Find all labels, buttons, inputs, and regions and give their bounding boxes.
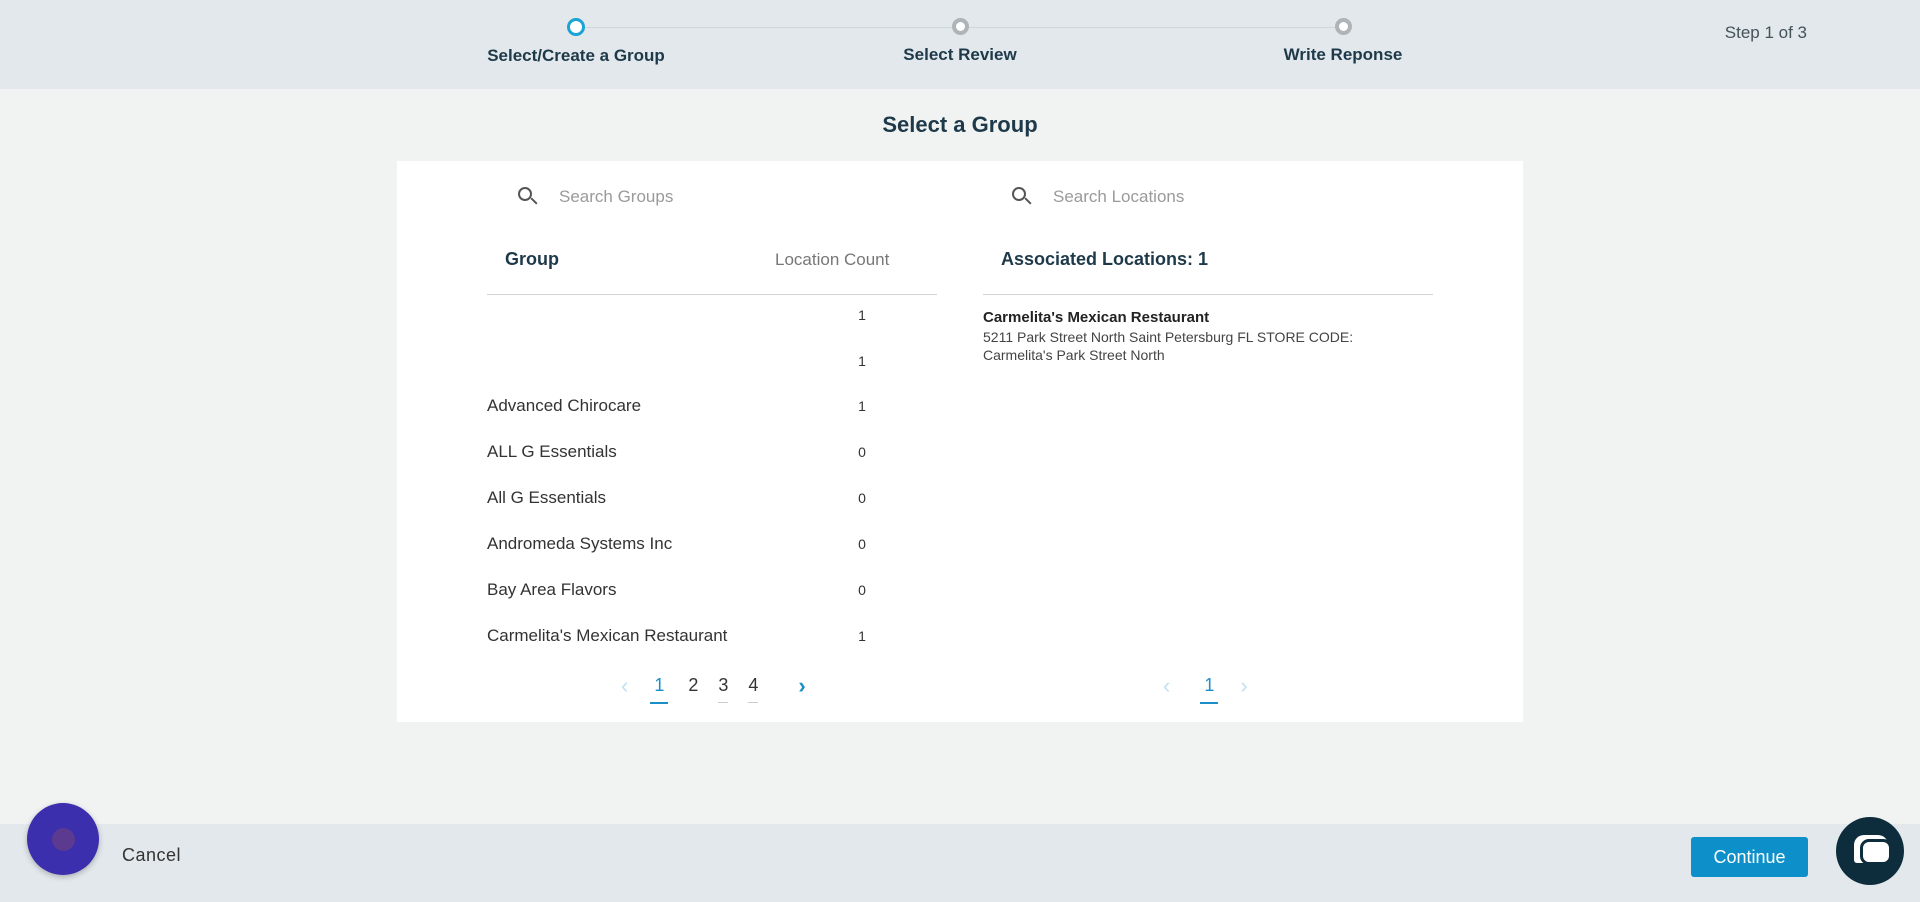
step-indicator-icon — [1334, 18, 1352, 35]
group-name: ALL G Essentials — [487, 442, 617, 461]
footer-bar — [0, 824, 1920, 902]
step-select-create-group[interactable]: Select/Create a Group — [446, 18, 706, 66]
group-row[interactable]: All G Essentials 0 — [487, 475, 937, 521]
associated-locations-header: Associated Locations: 1 — [1001, 249, 1209, 269]
group-row[interactable]: 1 — [487, 338, 937, 384]
group-row[interactable]: ALL G Essentials 0 — [487, 429, 937, 475]
search-icon — [517, 186, 539, 208]
step-label: Write Reponse — [1283, 45, 1403, 64]
location-address: 5211 Park Street North Saint Petersburg … — [983, 329, 1354, 363]
group-row[interactable]: 1 — [487, 292, 937, 338]
group-row[interactable]: Carmelita's Mexican Restaurant 1 — [487, 613, 937, 659]
continue-button[interactable]: Continue — [1691, 837, 1808, 877]
page-1-button[interactable]: 1 — [1200, 675, 1219, 704]
group-location-count: 1 — [858, 628, 866, 644]
cancel-button[interactable]: Cancel — [122, 845, 181, 866]
location-item[interactable]: Carmelita's Mexican Restaurant 5211 Park… — [983, 309, 1403, 364]
step-label: Select/Create a Group — [487, 46, 665, 65]
group-location-count: 1 — [858, 353, 866, 369]
group-location-count: 0 — [858, 582, 866, 598]
page-1-button[interactable]: 1 — [650, 675, 669, 704]
group-location-count: 0 — [858, 444, 866, 460]
chevron-left-icon[interactable]: ‹ — [1163, 673, 1170, 705]
group-row[interactable]: Andromeda Systems Inc 0 — [487, 521, 937, 567]
group-location-count: 0 — [858, 490, 866, 506]
location-count-column-header: Location Count — [775, 250, 890, 269]
page-4-button[interactable]: 4 — [748, 675, 759, 703]
search-locations-input[interactable] — [1053, 187, 1393, 207]
chat-icon[interactable] — [1836, 817, 1904, 885]
group-location-count: 1 — [858, 398, 866, 414]
location-divider — [983, 294, 1433, 295]
group-name: All G Essentials — [487, 488, 607, 507]
group-selection-card: Group Location Count Associated Location… — [397, 161, 1523, 722]
group-row[interactable]: Advanced Chirocare 1 — [487, 383, 937, 429]
group-name: Carmelita's Mexican Restaurant — [487, 626, 728, 645]
step-write-response[interactable]: Write Reponse — [1213, 18, 1473, 65]
group-name: Bay Area Flavors — [487, 580, 617, 599]
chevron-right-icon[interactable]: › — [798, 673, 805, 705]
search-groups-input[interactable] — [559, 187, 899, 207]
group-pagination: ‹ 1 2 3 4 › — [609, 673, 818, 705]
step-indicator-icon — [951, 18, 969, 35]
location-name: Carmelita's Mexican Restaurant — [983, 309, 1210, 326]
group-column-header: Group — [505, 249, 559, 269]
page-3-button[interactable]: 3 — [718, 675, 729, 703]
step-select-review[interactable]: Select Review — [830, 18, 1090, 65]
group-location-count: 0 — [858, 536, 866, 552]
group-search — [517, 179, 899, 215]
group-location-count: 1 — [858, 307, 866, 323]
chevron-right-icon[interactable]: › — [1240, 673, 1247, 705]
page-2-button[interactable]: 2 — [688, 675, 698, 703]
assistant-icon[interactable] — [27, 803, 99, 875]
step-indicator-icon — [567, 18, 585, 36]
progress-stepper: Select/Create a Group Select Review Writ… — [0, 0, 1920, 89]
group-name: Andromeda Systems Inc — [487, 534, 673, 553]
page-title: Select a Group — [882, 112, 1038, 137]
search-icon — [1011, 186, 1033, 208]
chevron-left-icon[interactable]: ‹ — [621, 673, 628, 705]
location-pagination: ‹ 1 › — [1151, 673, 1260, 705]
group-row[interactable]: Bay Area Flavors 0 — [487, 567, 937, 613]
step-counter: Step 1 of 3 — [1724, 23, 1807, 42]
step-label: Select Review — [903, 45, 1017, 64]
group-name: Advanced Chirocare — [487, 396, 642, 415]
location-search — [1011, 179, 1393, 215]
